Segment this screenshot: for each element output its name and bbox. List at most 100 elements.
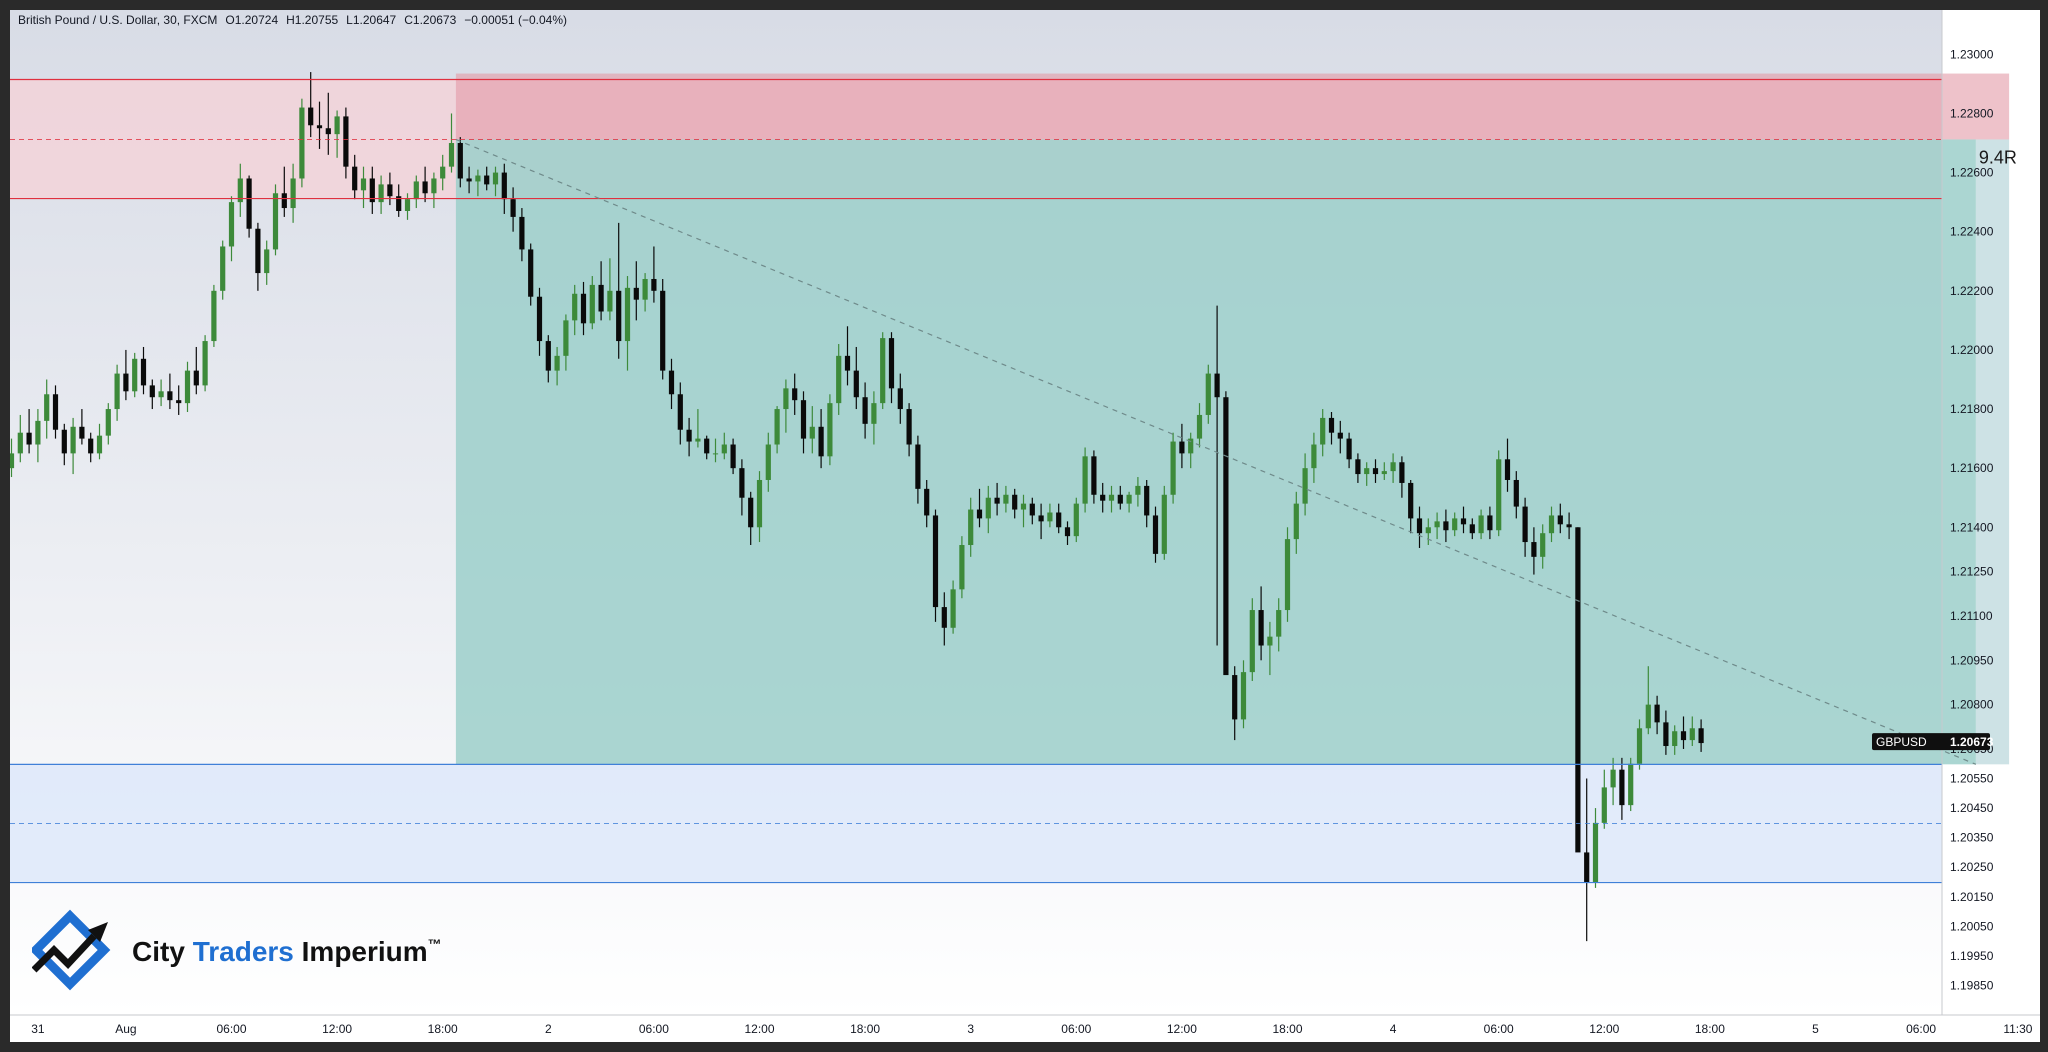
candle-body [774,409,780,445]
candle-body [1522,506,1528,543]
candle-body [1364,468,1370,475]
logo-word-city: City [132,936,185,967]
candle-body [387,184,393,197]
time-axis-tick: 11:30 [2003,1022,2032,1036]
candle-body [783,388,789,410]
price-axis-tick: 1.20050 [1950,919,1994,933]
candle-body [1108,494,1115,501]
logo-trademark: ™ [427,936,442,952]
candle-body [519,216,525,250]
candle-body [308,107,314,126]
candle-body [607,290,613,312]
candle-body [352,166,358,191]
price-axis-tick: 1.21800 [1950,402,1994,416]
candle-body [1619,769,1625,806]
price-axis-tick: 1.21100 [1950,609,1993,623]
candle [1223,391,1229,676]
time-axis-tick: 5 [1812,1022,1819,1036]
candle-body [686,429,692,442]
candle-body [1504,459,1511,480]
candle-body [510,199,516,217]
candle-body [1012,494,1018,510]
candle-body [1575,527,1581,853]
candle-body [932,515,939,608]
candle-body [1073,503,1079,537]
legend-open: O1.20724 [225,13,279,27]
candle-body [220,246,226,291]
logo-emblem-icon [32,909,111,991]
candle-body [624,287,631,342]
price-axis-tick: 1.20800 [1950,698,1994,712]
candle-body [281,193,287,209]
candle [1628,757,1634,812]
candle-body [1425,527,1431,534]
candle [272,184,279,256]
candle-body [1170,441,1176,495]
candle [132,352,138,398]
candle-body [1689,728,1695,741]
candle-body [704,438,710,454]
position-stop-zone [455,73,2010,140]
candle-body [132,358,138,392]
legend-change: −0.00051 (−0.04%) [464,13,568,27]
price-axis-tick: 1.19850 [1950,978,1994,992]
candle-body [536,296,543,342]
candle-body [378,184,384,203]
time-axis-tick: 18:00 [850,1022,880,1036]
candle-body [26,432,32,445]
candle-body [633,287,639,300]
risk-reward-label: 9.4R [1979,147,2017,167]
candle [1284,527,1291,622]
chart-window[interactable]: 9.4R 1.23000 1.22800 1.22600 1.22400 1.22200… [10,10,2040,1042]
city-traders-imperium-logo: City Traders Imperium™ [32,908,452,992]
candle-body [765,444,771,480]
candle-body [642,278,648,300]
candle-body [1205,373,1211,415]
candle-body [202,341,208,386]
legend-close: C1.20673 [404,13,457,27]
time-axis-tick: 06:00 [1484,1022,1514,1036]
candle-body [316,125,323,129]
price-chart[interactable]: 9.4R 1.23000 1.22800 1.22600 1.22400 1.22200… [10,10,2040,1042]
candle-body [466,178,472,182]
time-axis-tick: 18:00 [1695,1022,1725,1036]
candle-body [123,373,129,392]
candle-body [862,397,868,424]
symbol-legend: British Pound / U.S. Dollar, 30, FXCM O1.… [18,13,575,27]
candle-body [1038,515,1044,522]
candle-body [88,438,94,454]
candle-body [299,107,305,179]
candle-body [1434,521,1440,528]
candle-body [334,116,340,135]
candle-body [897,388,903,410]
time-axis-tick: 3 [967,1022,974,1036]
candle-body [484,175,490,185]
candle [246,175,252,238]
candle-body [17,432,23,454]
candle-body [695,438,701,442]
candle-body [554,355,560,371]
candle-body [1399,462,1405,483]
candle-body [1029,503,1035,516]
candle [202,335,208,392]
candle-body [1390,462,1396,472]
candle-body [1487,515,1493,531]
candle-body [272,193,279,250]
candle-body [1610,769,1616,788]
candle-body [1460,518,1467,525]
time-axis-tick: 12:00 [322,1022,352,1036]
candle-body [228,202,235,247]
candle [880,332,886,410]
candle-body [818,426,824,457]
candle-body [1557,515,1563,525]
time-axis-tick: 18:00 [428,1022,458,1036]
price-axis-tick: 1.20250 [1950,860,1994,874]
candle [1082,447,1088,513]
candle-body [660,290,666,371]
candle-body [79,426,85,439]
candle-body [1020,503,1027,510]
candle-body [1592,822,1599,882]
candle [932,509,939,622]
time-axis-tick: 06:00 [1906,1022,1936,1036]
candle-body [264,249,270,274]
